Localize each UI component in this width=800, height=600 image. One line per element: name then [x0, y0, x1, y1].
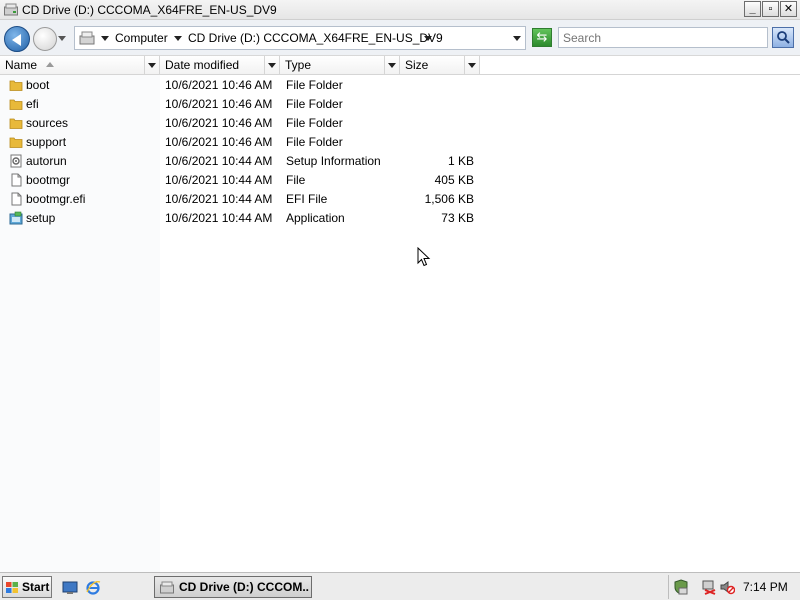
column-filter-dropdown[interactable]: [264, 56, 279, 74]
file-date: 10/6/2021 10:46 AM: [165, 116, 273, 130]
file-name: support: [26, 135, 67, 149]
file-name: setup: [26, 211, 56, 225]
maximize-button[interactable]: ▫: [762, 1, 779, 17]
file-row[interactable]: bootmgr.efi 10/6/2021 10:44 AM EFI File …: [0, 190, 800, 209]
file-type: File Folder: [286, 116, 343, 130]
cd-drive-icon: [79, 31, 95, 45]
file-date: 10/6/2021 10:44 AM: [165, 154, 273, 168]
chevron-down-icon[interactable]: [101, 36, 109, 41]
file-row[interactable]: setup 10/6/2021 10:44 AM Application 73 …: [0, 209, 800, 228]
file-type: File Folder: [286, 97, 343, 111]
column-header-type[interactable]: Type: [280, 56, 400, 74]
file-name: efi: [26, 97, 39, 111]
file-type: File: [286, 173, 306, 187]
file-type: Setup Information: [286, 154, 381, 168]
volume-muted-icon[interactable]: [719, 579, 735, 595]
mouse-cursor-icon: [417, 247, 431, 267]
file-name: autorun: [26, 154, 67, 168]
breadcrumb-computer[interactable]: Computer: [115, 31, 168, 45]
file-name: bootmgr: [26, 173, 71, 187]
search-icon: [777, 31, 790, 44]
chevron-down-icon[interactable]: [174, 36, 182, 41]
file-size: 73 KB: [441, 211, 474, 225]
window-title: CD Drive (D:) CCCOMA_X64FRE_EN-US_DV9: [22, 3, 277, 17]
file-size: 1,506 KB: [424, 192, 474, 206]
file-row[interactable]: efi 10/6/2021 10:46 AM File Folder: [0, 95, 800, 114]
cd-drive-icon: [160, 581, 174, 594]
network-disconnected-icon[interactable]: [701, 579, 717, 595]
file-name: sources: [26, 116, 69, 130]
address-history-dropdown[interactable]: [513, 36, 521, 41]
address-bar[interactable]: Computer CD Drive (D:) CCCOMA_X64FRE_EN-…: [74, 26, 526, 50]
setup-info-icon: [10, 154, 22, 168]
file-icon: [11, 192, 22, 206]
file-name: boot: [26, 78, 50, 92]
breadcrumb-cd-drive[interactable]: CD Drive (D:) CCCOMA_X64FRE_EN-US_DV9: [188, 31, 443, 45]
search-button[interactable]: [772, 27, 794, 48]
column-filter-dropdown[interactable]: [144, 56, 159, 74]
folder-icon: [9, 99, 23, 110]
search-input[interactable]: [559, 28, 767, 47]
windows-logo-icon: [6, 582, 18, 593]
file-date: 10/6/2021 10:46 AM: [165, 97, 273, 111]
file-row[interactable]: autorun 10/6/2021 10:44 AM Setup Informa…: [0, 152, 800, 171]
navigation-bar: Computer CD Drive (D:) CCCOMA_X64FRE_EN-…: [0, 20, 800, 56]
column-filter-dropdown[interactable]: [464, 56, 479, 74]
search-box[interactable]: [558, 27, 768, 48]
file-icon: [11, 173, 22, 187]
folder-icon: [9, 137, 23, 148]
close-button[interactable]: ✕: [780, 1, 797, 17]
file-type: Application: [286, 211, 345, 225]
cd-drive-icon: [4, 3, 18, 16]
file-size: 405 KB: [434, 173, 474, 187]
clock[interactable]: 7:14 PM: [743, 580, 788, 594]
column-filter-dropdown[interactable]: [384, 56, 399, 74]
file-type: EFI File: [286, 192, 328, 206]
show-desktop-icon[interactable]: [62, 580, 78, 595]
sort-ascending-icon: [46, 62, 54, 67]
security-shield-icon[interactable]: [673, 579, 689, 595]
folder-icon: [9, 118, 23, 129]
column-header-name[interactable]: Name: [0, 56, 160, 74]
file-date: 10/6/2021 10:44 AM: [165, 173, 273, 187]
taskbar: Start CD Drive (D:) CCCOM... 7:14 PM: [0, 572, 800, 600]
file-date: 10/6/2021 10:46 AM: [165, 135, 273, 149]
taskbar-window-button[interactable]: CD Drive (D:) CCCOM...: [154, 576, 312, 598]
file-name: bootmgr.efi: [26, 192, 86, 206]
file-date: 10/6/2021 10:44 AM: [165, 192, 273, 206]
file-row[interactable]: bootmgr 10/6/2021 10:44 AM File 405 KB: [0, 171, 800, 190]
file-row[interactable]: boot 10/6/2021 10:46 AM File Folder: [0, 76, 800, 95]
file-type: File Folder: [286, 135, 343, 149]
refresh-button[interactable]: ⇆: [532, 28, 552, 47]
application-icon: [9, 211, 23, 225]
internet-explorer-icon[interactable]: [85, 580, 101, 595]
file-size: 1 KB: [447, 154, 474, 168]
file-date: 10/6/2021 10:46 AM: [165, 78, 273, 92]
file-type: File Folder: [286, 78, 343, 92]
recent-pages-dropdown[interactable]: [58, 36, 66, 41]
column-headers: Name Date modified Type Size: [0, 56, 800, 75]
start-button[interactable]: Start: [2, 576, 52, 598]
file-date: 10/6/2021 10:44 AM: [165, 211, 273, 225]
back-button[interactable]: [4, 26, 30, 52]
file-row[interactable]: support 10/6/2021 10:46 AM File Folder: [0, 133, 800, 152]
system-tray: 7:14 PM: [668, 575, 798, 599]
file-row[interactable]: sources 10/6/2021 10:46 AM File Folder: [0, 114, 800, 133]
column-header-size[interactable]: Size: [400, 56, 480, 74]
minimize-button[interactable]: _: [744, 1, 761, 17]
folder-icon: [9, 80, 23, 91]
column-header-date-modified[interactable]: Date modified: [160, 56, 280, 74]
chevron-down-icon[interactable]: [424, 36, 432, 41]
title-bar: CD Drive (D:) CCCOMA_X64FRE_EN-US_DV9 _ …: [0, 0, 800, 20]
forward-button[interactable]: [33, 27, 57, 51]
